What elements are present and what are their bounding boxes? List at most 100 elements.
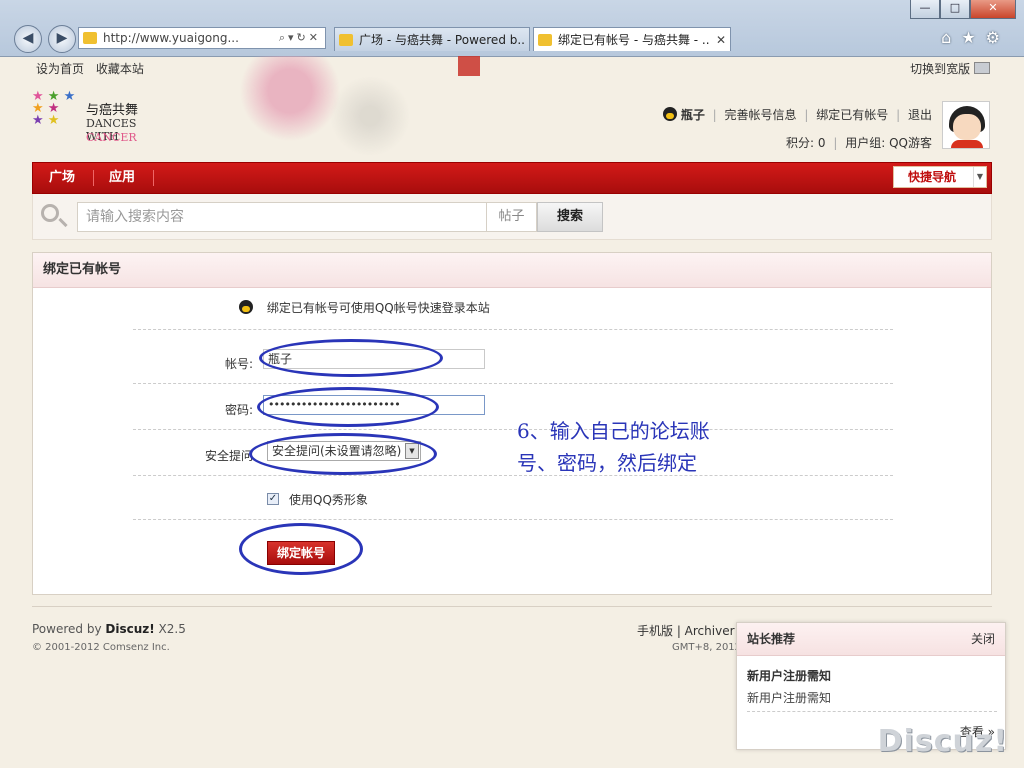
tab-square[interactable]: 广场 - 与癌共舞 - Powered b... xyxy=(334,27,530,51)
powered-by: Powered by Discuz! X2.5 xyxy=(32,622,186,636)
wide-mode-icon xyxy=(974,62,990,74)
copyright: © 2001-2012 Comsenz Inc. xyxy=(32,642,170,653)
forward-arrow-icon: ▶ xyxy=(56,30,68,46)
gear-icon[interactable]: ⚙ xyxy=(986,28,1010,47)
logout-link[interactable]: 退出 xyxy=(908,108,932,122)
wide-mode-link[interactable]: 切换到宽版 xyxy=(910,60,990,77)
user-points: 积分: 0 | 用户组: QQ游客 xyxy=(786,134,932,151)
row-divider xyxy=(133,383,893,384)
user-group-label[interactable]: 用户组: QQ游客 xyxy=(845,136,932,150)
main-nav: 广场 应用 快捷导航 ▼ xyxy=(32,162,992,194)
panel-title: 绑定已有帐号 xyxy=(33,253,991,288)
page: 设为首页 收藏本站 切换到宽版 ★ ★ ★ ★ ★ ★ ★ 与癌共舞 DANCE… xyxy=(0,56,1024,768)
favorites-star-icon[interactable]: ★ xyxy=(961,28,985,47)
minimize-button[interactable]: — xyxy=(910,0,940,19)
search-input[interactable]: 请输入搜索内容 xyxy=(77,202,487,232)
popup-heading[interactable]: 新用户注册需知 xyxy=(747,667,831,684)
bind-account-link[interactable]: 绑定已有帐号 xyxy=(816,108,888,122)
stars-logo-icon: ★ ★ ★ ★ ★ ★ ★ xyxy=(32,89,76,128)
home-icon[interactable]: ⌂ xyxy=(941,28,961,47)
annotation-oval xyxy=(257,387,439,427)
password-label: 密码: xyxy=(224,403,253,417)
tab-title: 绑定已有帐号 - 与癌共舞 - ... xyxy=(558,33,710,47)
powered-prefix: Powered by xyxy=(32,622,106,636)
popup-divider xyxy=(747,711,997,712)
row-divider xyxy=(133,519,893,520)
annotation-oval xyxy=(259,339,443,377)
security-question-label: 安全提问 xyxy=(204,449,253,463)
header-seal-icon xyxy=(458,56,480,76)
avatar[interactable] xyxy=(942,101,990,149)
username-link[interactable]: 瓶子 xyxy=(681,108,705,122)
browser-tools: ⌂★⚙ xyxy=(941,28,1010,47)
annotation-oval xyxy=(249,433,437,475)
maximize-button[interactable]: □ xyxy=(940,0,970,19)
bind-account-panel: 绑定已有帐号 绑定已有帐号可使用QQ帐号快速登录本站 帐号: 瓶子 密码: ••… xyxy=(32,252,992,595)
popup-close-button[interactable]: 关闭 xyxy=(971,623,995,655)
search-type-select[interactable]: 帖子 xyxy=(487,202,537,232)
complete-profile-link[interactable]: 完善帐号信息 xyxy=(725,108,797,122)
search-icon xyxy=(41,204,59,222)
tab-bind-account[interactable]: 绑定已有帐号 - 与癌共舞 - ... ✕ xyxy=(533,27,731,51)
annotation-line2: 号、密码，然后绑定 xyxy=(517,451,697,475)
popup-title: 站长推荐 xyxy=(747,632,796,646)
gmt-time: GMT+8, 2012- xyxy=(672,642,745,653)
use-qq-show-checkbox[interactable]: ✓ xyxy=(267,493,279,505)
account-label: 帐号: xyxy=(224,357,253,371)
points-label[interactable]: 积分: 0 xyxy=(786,136,826,150)
tab-favicon-icon xyxy=(339,33,353,46)
forward-button[interactable]: ▶ xyxy=(48,25,76,53)
chevron-down-icon: ▼ xyxy=(973,167,986,187)
footer-links[interactable]: 手机版 | Archiver xyxy=(637,622,735,639)
window-controls: — □ ✕ xyxy=(910,0,1016,19)
separator: | xyxy=(833,136,838,150)
annotation-line1: 6、输入自己的论坛账 xyxy=(517,419,710,443)
header-peony-art xyxy=(160,56,540,156)
quick-nav-label: 快捷导航 xyxy=(908,170,957,184)
wide-mode-label: 切换到宽版 xyxy=(910,62,971,76)
site-favicon-icon xyxy=(83,32,97,44)
top-links: 设为首页 收藏本站 xyxy=(36,60,152,77)
logo-cn-text: 与癌共舞 xyxy=(86,103,139,118)
address-bar[interactable]: http://www.yuaigong... ⌕▾↻✕ xyxy=(78,27,326,49)
bookmark-link[interactable]: 收藏本站 xyxy=(96,62,144,76)
avatar-body xyxy=(951,140,983,148)
search-button[interactable]: 搜索 xyxy=(537,202,603,232)
discuz-watermark: Discuz! xyxy=(877,724,1008,759)
separator: | xyxy=(712,108,717,122)
search-bar: 请输入搜索内容 帖子 搜索 xyxy=(32,194,992,240)
annotation-text: 6、输入自己的论坛账 号、密码，然后绑定 xyxy=(517,415,710,479)
row-divider xyxy=(133,475,893,476)
address-tools-icon[interactable]: ⌕▾↻✕ xyxy=(279,31,325,45)
quick-nav-button[interactable]: 快捷导航 ▼ xyxy=(893,166,987,188)
separator: | xyxy=(896,108,901,122)
intro-row: 绑定已有帐号可使用QQ帐号快速登录本站 xyxy=(239,299,490,316)
nav-item-square[interactable]: 广场 xyxy=(49,163,75,193)
discuz-link[interactable]: Discuz! xyxy=(105,622,154,636)
footer-divider xyxy=(32,606,992,607)
back-arrow-icon: ◀ xyxy=(22,30,34,46)
qq-penguin-icon xyxy=(239,300,253,314)
avatar-face xyxy=(953,114,981,140)
tab-title: 广场 - 与癌共舞 - Powered b... xyxy=(359,33,525,47)
browser-chrome: — □ ✕ ◀ ▶ http://www.yuaigong... ⌕▾↻✕ 广场… xyxy=(0,0,1024,57)
tab-favicon-icon xyxy=(538,33,552,46)
row-divider xyxy=(133,429,893,430)
separator: | xyxy=(804,108,809,122)
back-button[interactable]: ◀ xyxy=(14,25,42,53)
user-links: 瓶子 | 完善帐号信息 | 绑定已有帐号 | 退出 xyxy=(663,106,932,123)
tab-close-icon[interactable]: ✕ xyxy=(716,33,726,47)
intro-text: 绑定已有帐号可使用QQ帐号快速登录本站 xyxy=(266,301,490,315)
logo-en-line2: CANCER xyxy=(86,131,137,144)
qq-penguin-icon xyxy=(663,107,677,121)
nav-divider xyxy=(93,170,94,186)
use-qq-show-label: 使用QQ秀形象 xyxy=(289,493,368,507)
set-home-link[interactable]: 设为首页 xyxy=(36,62,84,76)
nav-item-apps[interactable]: 应用 xyxy=(109,163,135,193)
close-window-button[interactable]: ✕ xyxy=(970,0,1016,19)
row-divider xyxy=(133,329,893,330)
address-url: http://www.yuaigong... xyxy=(103,31,239,45)
annotation-oval xyxy=(239,523,363,575)
powered-version: X2.5 xyxy=(154,622,186,636)
site-logo[interactable]: ★ ★ ★ ★ ★ ★ ★ 与癌共舞 DANCES WITH CANCER xyxy=(32,89,162,149)
